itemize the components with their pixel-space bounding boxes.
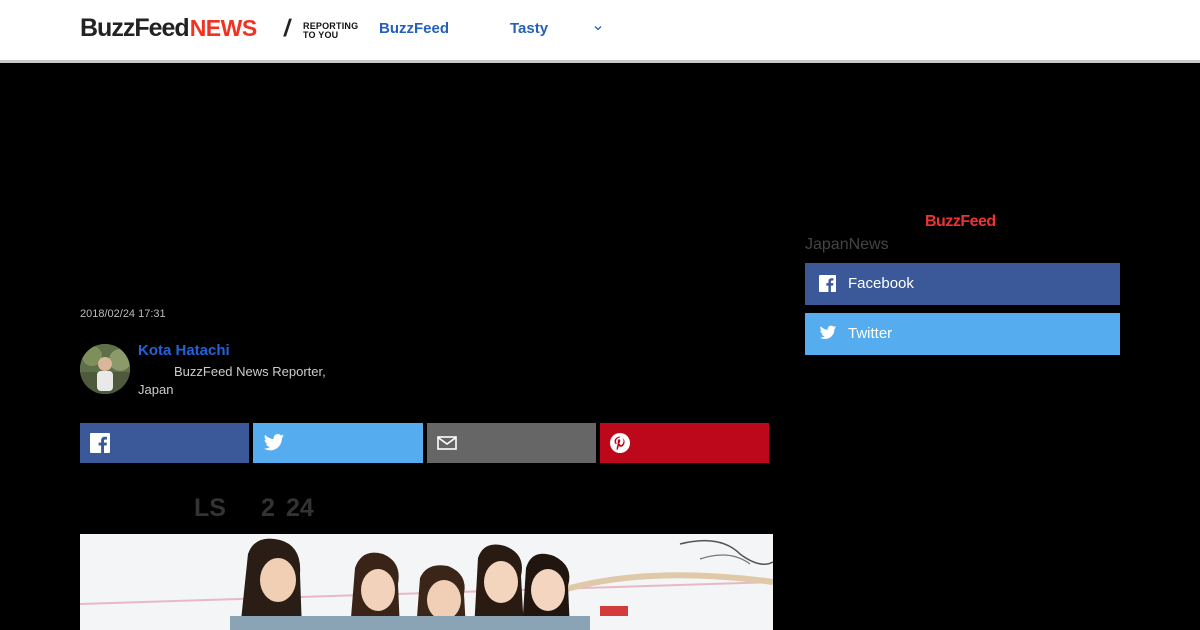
headline-fragment: 2 <box>261 494 275 522</box>
tagline-line-2: TO YOU <box>303 30 339 40</box>
pinterest-icon <box>610 433 630 453</box>
author-photo <box>80 344 130 394</box>
nav-link-tasty[interactable]: Tasty <box>510 20 548 37</box>
publish-date: 2018/02/24 17:31 <box>80 308 166 320</box>
share-email-button[interactable] <box>427 423 596 463</box>
buzzfeed-news-logo[interactable]: BuzzFeed NEWS <box>80 14 257 44</box>
headline-fragment: 24 <box>286 494 314 522</box>
author-location: Japan <box>138 382 174 397</box>
follow-twitter-label: Twitter <box>848 325 893 342</box>
logo-buzzfeed-text: BuzzFeed <box>80 14 190 42</box>
tagline: REPORTING TO YOU <box>303 22 358 40</box>
share-facebook-button[interactable] <box>80 423 249 463</box>
twitter-icon <box>819 325 837 339</box>
avatar[interactable] <box>80 344 130 394</box>
author-name-link[interactable]: Kota Hatachi <box>138 342 230 359</box>
nav-link-buzzfeed[interactable]: BuzzFeed <box>379 20 449 37</box>
curling-team-photo <box>80 534 773 630</box>
mail-icon <box>437 436 457 450</box>
share-pinterest-button[interactable] <box>600 423 769 463</box>
headline-fragment: LS <box>194 494 226 522</box>
logo-news-text: NEWS <box>189 15 258 41</box>
top-navigation-bar: BuzzFeed NEWS / REPORTING TO YOU BuzzFeed… <box>0 0 1200 63</box>
facebook-icon <box>819 275 836 292</box>
follow-facebook-label: Facebook <box>848 275 914 292</box>
sidebar-label: JapanNews <box>805 236 889 253</box>
follow-twitter-button[interactable]: Twitter <box>805 313 1120 355</box>
logo-slash: / <box>282 15 293 42</box>
facebook-icon <box>90 433 110 453</box>
twitter-icon <box>263 434 285 451</box>
author-title: BuzzFeed News Reporter, <box>174 364 326 379</box>
follow-facebook-button[interactable]: Facebook <box>805 263 1120 305</box>
sidebar-buzzfeed-logo[interactable]: BuzzFeed <box>925 213 996 231</box>
article-hero-image <box>80 534 773 630</box>
chevron-down-icon[interactable] <box>592 22 604 34</box>
share-twitter-button[interactable] <box>253 423 423 463</box>
